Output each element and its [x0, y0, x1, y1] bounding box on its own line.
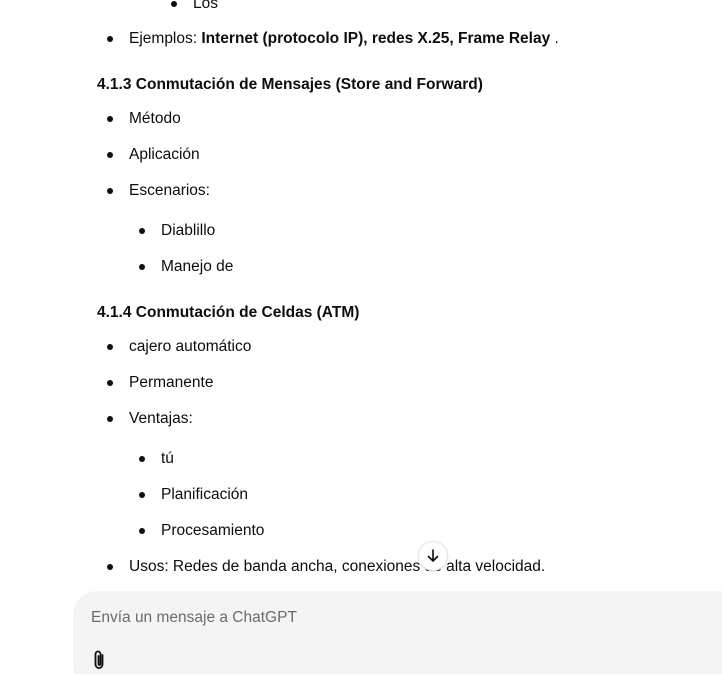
list-item-text: Los	[193, 0, 218, 12]
list-item-text: Ventajas:	[129, 410, 193, 427]
bullet	[107, 380, 113, 386]
list-item-bold: Internet (protocolo IP), redes X.25, Fra…	[201, 30, 551, 47]
list-item: Escenarios:	[107, 180, 210, 202]
bullet	[139, 228, 145, 234]
bullet	[171, 1, 177, 7]
list-item-text: Permanente	[129, 374, 214, 391]
list-item-text: Procesamiento	[161, 522, 265, 539]
list-item: tú	[139, 448, 174, 470]
scroll-to-bottom-button[interactable]	[418, 541, 448, 571]
list-item: Procesamiento	[139, 520, 265, 542]
bullet	[107, 564, 113, 570]
list-item: Los	[171, 0, 218, 15]
message-composer: Envía un mensaje a ChatGPT	[73, 591, 722, 674]
message-input[interactable]: Envía un mensaje a ChatGPT	[91, 607, 297, 629]
bullet	[107, 116, 113, 122]
bullet	[139, 456, 145, 462]
list-item: cajero automático	[107, 336, 252, 358]
bullet	[107, 416, 113, 422]
list-item: Planificación	[139, 484, 249, 506]
list-item-text: Método	[129, 110, 181, 127]
list-item: Aplicación	[107, 144, 200, 166]
list-item-text: Planificación	[161, 486, 249, 503]
chat-page: Los Ejemplos: Internet (protocolo IP), r…	[0, 0, 722, 674]
paperclip-icon	[94, 650, 104, 669]
list-item: Método	[107, 108, 181, 130]
bullet	[139, 264, 145, 270]
section-heading: 4.1.3 Conmutación de Mensajes (Store and…	[97, 76, 483, 93]
bullet	[139, 492, 145, 498]
list-item-text: Aplicación	[129, 146, 200, 163]
list-item: Ventajas:	[107, 408, 193, 430]
list-item: Ejemplos: Internet (protocolo IP), redes…	[107, 28, 559, 50]
bullet	[107, 188, 113, 194]
list-item-prefix: Ejemplos:	[129, 30, 202, 47]
list-item: Diablillo	[139, 220, 216, 242]
list-item-text: Manejo de	[161, 258, 234, 275]
arrow-down-icon	[427, 549, 439, 562]
section-heading: 4.1.4 Conmutación de Celdas (ATM)	[97, 304, 360, 321]
list-item-suffix: .	[550, 30, 559, 47]
list-item-text: Diablillo	[161, 222, 216, 239]
list-item: Manejo de	[139, 256, 234, 278]
bullet	[107, 344, 113, 350]
bullet	[139, 528, 145, 534]
bullet	[107, 152, 113, 158]
bullet	[107, 36, 113, 42]
list-item-text: tú	[161, 450, 174, 467]
list-item: Usos: Redes de banda ancha, conexiones d…	[107, 556, 546, 578]
list-item-text: cajero automático	[129, 338, 252, 355]
list-item-text: Escenarios:	[129, 182, 210, 199]
list-item: Permanente	[107, 372, 214, 394]
attach-file-button[interactable]	[88, 648, 110, 672]
list-item-text: Usos: Redes de banda ancha, conexiones d…	[129, 558, 546, 575]
